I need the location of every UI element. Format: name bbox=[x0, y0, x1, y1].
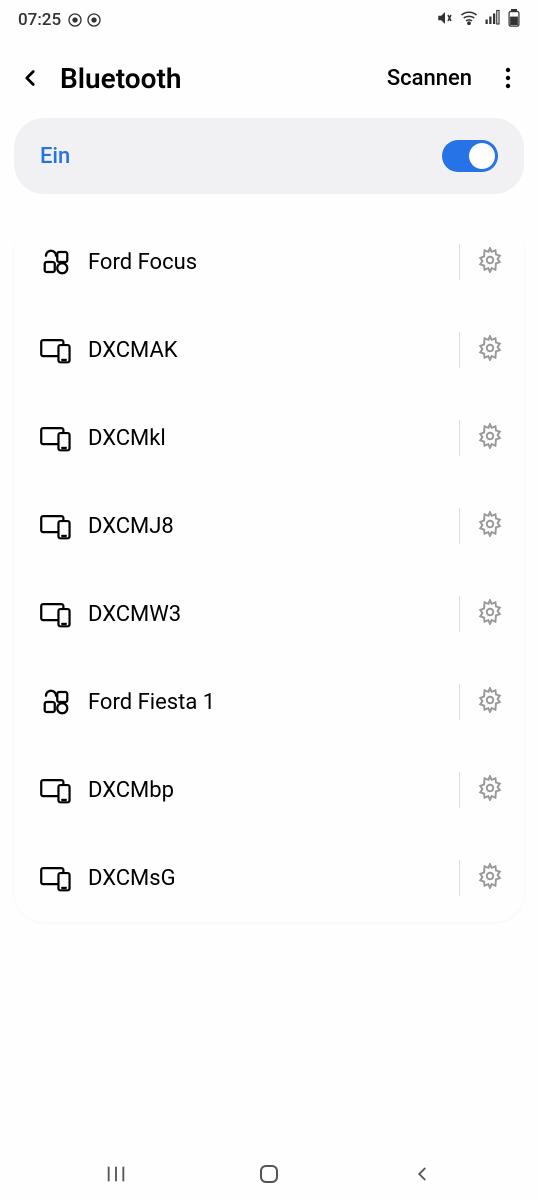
device-settings-button[interactable] bbox=[474, 246, 506, 278]
nav-recents-button[interactable] bbox=[76, 1154, 156, 1194]
gear-icon bbox=[477, 863, 503, 893]
divider bbox=[459, 772, 460, 808]
status-bar: 07:25 bbox=[0, 0, 538, 40]
carkit-icon bbox=[32, 687, 80, 717]
nav-home-button[interactable] bbox=[229, 1154, 309, 1194]
carkit-icon bbox=[32, 247, 80, 277]
device-settings-button[interactable] bbox=[474, 598, 506, 630]
device-row[interactable]: DXCMkl bbox=[14, 394, 524, 482]
scan-button[interactable]: Scannen bbox=[381, 58, 478, 99]
divider bbox=[459, 684, 460, 720]
device-settings-button[interactable] bbox=[474, 510, 506, 542]
bluetooth-toggle-switch[interactable] bbox=[442, 140, 498, 172]
toggle-knob bbox=[469, 143, 495, 169]
device-row[interactable]: DXCMAK bbox=[14, 306, 524, 394]
device-row[interactable]: Ford Fiesta 1 bbox=[14, 658, 524, 746]
device-row[interactable]: Ford Focus bbox=[14, 218, 524, 306]
devices-icon bbox=[32, 422, 80, 454]
more-options-button[interactable] bbox=[486, 56, 530, 100]
device-settings-button[interactable] bbox=[474, 422, 506, 454]
divider bbox=[459, 332, 460, 368]
devices-icon bbox=[32, 510, 80, 542]
divider bbox=[459, 508, 460, 544]
device-name-label: DXCMW3 bbox=[88, 602, 445, 627]
mute-icon bbox=[436, 9, 454, 32]
page-title: Bluetooth bbox=[60, 62, 373, 95]
home-icon bbox=[257, 1162, 281, 1186]
devices-icon bbox=[32, 774, 80, 806]
gear-icon bbox=[477, 775, 503, 805]
device-name-label: DXCMAK bbox=[88, 338, 445, 363]
battery-icon bbox=[508, 9, 520, 32]
devices-icon bbox=[32, 334, 80, 366]
device-settings-button[interactable] bbox=[474, 774, 506, 806]
divider bbox=[459, 596, 460, 632]
device-settings-button[interactable] bbox=[474, 862, 506, 894]
device-name-label: DXCMkl bbox=[88, 426, 445, 451]
nav-back-button[interactable] bbox=[382, 1154, 462, 1194]
device-name-label: DXCMJ8 bbox=[88, 514, 445, 539]
back-button[interactable] bbox=[8, 56, 52, 100]
device-settings-button[interactable] bbox=[474, 686, 506, 718]
recents-icon bbox=[105, 1163, 127, 1185]
toggle-state-label: Ein bbox=[40, 144, 70, 169]
device-name-label: Ford Fiesta 1 bbox=[88, 690, 445, 715]
divider bbox=[459, 860, 460, 896]
paired-devices-list: Ford Focus DXCMAK DXCMkl DXCMJ8 DXCMW3 Ford F… bbox=[14, 218, 524, 922]
gear-icon bbox=[477, 511, 503, 541]
device-settings-button[interactable] bbox=[474, 334, 506, 366]
gear-icon bbox=[477, 423, 503, 453]
gear-icon bbox=[477, 335, 503, 365]
back-icon bbox=[411, 1163, 433, 1185]
device-row[interactable]: DXCMW3 bbox=[14, 570, 524, 658]
wifi-icon bbox=[460, 9, 478, 32]
divider bbox=[459, 244, 460, 280]
divider bbox=[459, 420, 460, 456]
alarm-icons bbox=[67, 12, 102, 28]
device-name-label: DXCMbp bbox=[88, 778, 445, 803]
gear-icon bbox=[477, 599, 503, 629]
device-row[interactable]: DXCMsG bbox=[14, 834, 524, 922]
more-vertical-icon bbox=[505, 66, 511, 90]
device-name-label: DXCMsG bbox=[88, 866, 445, 891]
gear-icon bbox=[477, 247, 503, 277]
device-row[interactable]: DXCMJ8 bbox=[14, 482, 524, 570]
devices-icon bbox=[32, 862, 80, 894]
status-time: 07:25 bbox=[18, 10, 61, 30]
gear-icon bbox=[477, 687, 503, 717]
device-row[interactable]: DXCMbp bbox=[14, 746, 524, 834]
bluetooth-toggle-card: Ein bbox=[14, 118, 524, 194]
devices-icon bbox=[32, 598, 80, 630]
signal-icon bbox=[484, 9, 502, 32]
navigation-bar bbox=[0, 1148, 538, 1200]
page-header: Bluetooth Scannen bbox=[0, 40, 538, 118]
chevron-left-icon bbox=[17, 65, 43, 91]
device-name-label: Ford Focus bbox=[88, 250, 445, 275]
